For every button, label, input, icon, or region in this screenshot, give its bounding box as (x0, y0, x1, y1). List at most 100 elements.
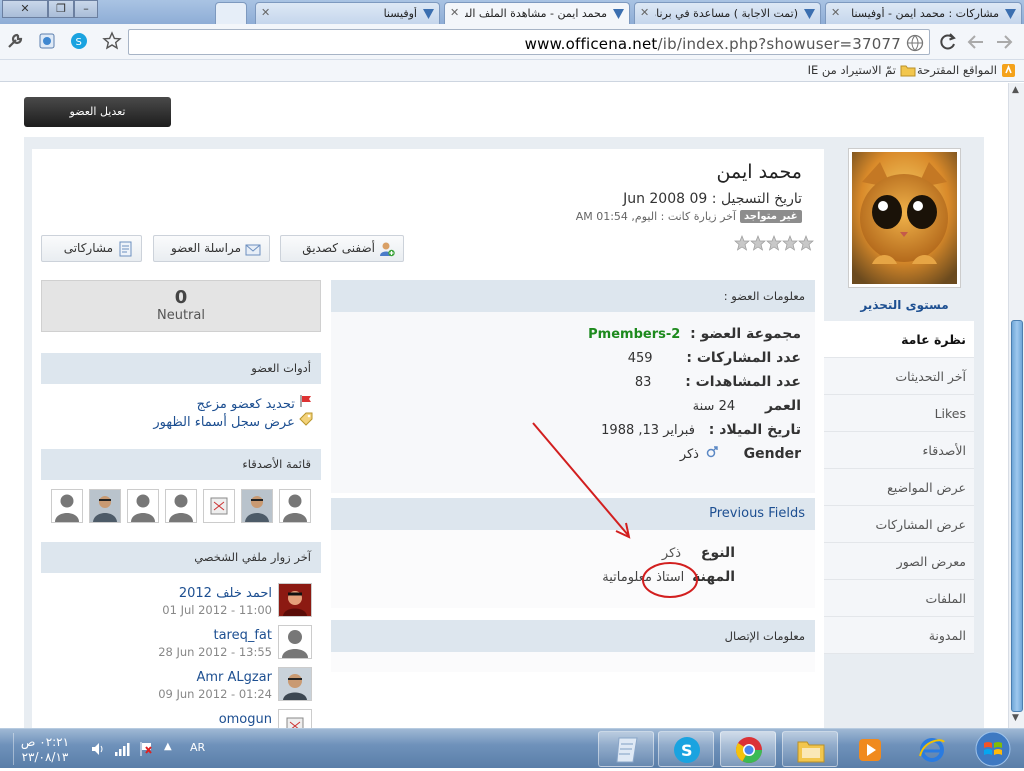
back-arrow-icon[interactable] (994, 32, 1014, 55)
language-indicator[interactable]: AR (190, 741, 205, 754)
visitor-name-link[interactable]: omogun (150, 712, 272, 727)
reload-icon[interactable] (938, 32, 958, 55)
minimize-window-button[interactable]: – (74, 0, 98, 18)
add-friend-button[interactable]: أضفنى كصديق (280, 235, 404, 262)
contact-info-header: معلومات الإتصال (331, 620, 815, 652)
wrench-icon[interactable] (6, 32, 24, 53)
tab-latest-updates[interactable]: آخر التحديثات (824, 358, 974, 395)
officena-favicon-icon (1004, 7, 1017, 20)
taskbar-skype[interactable]: S (658, 731, 714, 767)
envelope-icon (245, 241, 261, 257)
volume-icon[interactable] (90, 741, 106, 760)
show-desktop-button[interactable] (6, 733, 14, 765)
member-tools-header: أدوات العضو (41, 353, 321, 384)
friend-avatar[interactable] (203, 489, 235, 523)
tab-friends[interactable]: الأصدقاء (824, 432, 974, 469)
bookmark-suggested[interactable]: المواقع المقترحة (917, 63, 997, 77)
reputation-box: 0 Neutral (41, 280, 321, 332)
status-badge: غير متواجد (740, 210, 802, 223)
tab-posts[interactable]: مشاركات : محمد ايمن - أوفيسنا ✕ (825, 2, 1022, 24)
page-scrollbar[interactable]: ▲ ▼ (1008, 83, 1024, 728)
tab-view-topics[interactable]: عرض المواضيع (824, 469, 974, 506)
tab-gallery[interactable]: معرض الصور (824, 543, 974, 580)
tab-profile[interactable]: محمد ايمن - مشاهدة الملف الشخصي ✕ (444, 2, 630, 25)
tab-likes[interactable]: Likes (824, 395, 974, 432)
tab-help[interactable]: (تمت الاجابة ) مساعدة في برنامج ✕ (634, 2, 821, 24)
tab-close-icon[interactable]: ✕ (261, 6, 270, 19)
tab-close-icon[interactable]: ✕ (450, 6, 459, 19)
chrome-icon (735, 737, 763, 764)
friend-avatar[interactable] (89, 489, 121, 523)
url-text[interactable]: www.officena.net/ib/index.php?showuser=3… (525, 35, 901, 53)
scroll-up-arrow-icon[interactable]: ▲ (1012, 85, 1019, 95)
registered-date: تاريخ التسجيل : 09 Jun 2008 (623, 191, 802, 207)
member-tools-list: تحديد كعضو مزعج عرض سجل أسماء الظهور (41, 394, 313, 430)
taskbar-internet-explorer[interactable] (904, 731, 960, 767)
taskbar-explorer[interactable] (782, 731, 838, 767)
officena-favicon-icon (612, 7, 625, 20)
my-posts-button[interactable]: مشاركاتى (41, 235, 142, 262)
address-bar[interactable]: www.officena.net/ib/index.php?showuser=3… (128, 29, 930, 55)
tab-officena[interactable]: أوفيسنا ✕ (255, 2, 440, 24)
tab-close-icon[interactable]: ✕ (831, 6, 840, 19)
notepad-icon (616, 737, 638, 763)
bookmarks-bar: المواقع المقترحة تمّ الاستيراد من IE (0, 60, 1024, 82)
page-icon[interactable] (38, 32, 56, 53)
friend-avatar[interactable] (51, 489, 83, 523)
bookmark-star-icon[interactable] (102, 31, 122, 54)
svg-text:S: S (76, 37, 82, 48)
warn-level-link[interactable]: مستوى التحذير (848, 298, 961, 312)
visitor-avatar[interactable] (278, 667, 312, 701)
contact-info-body (331, 652, 815, 672)
network-icon[interactable] (114, 741, 130, 760)
windows-logo-icon (975, 731, 1011, 767)
forward-arrow-icon[interactable] (966, 32, 986, 55)
taskbar-chrome[interactable] (720, 731, 776, 767)
visitor-name-link[interactable]: احمد خلف 2012 (150, 586, 272, 601)
message-member-button[interactable]: مراسلة العضو (153, 235, 270, 262)
internet-explorer-icon (919, 738, 945, 762)
new-tab-button[interactable] (215, 2, 247, 24)
taskbar-media-player[interactable] (842, 731, 898, 767)
tab-overview[interactable]: نظرة عامة (824, 321, 974, 358)
skype-icon[interactable]: S (70, 32, 88, 53)
scroll-down-arrow-icon[interactable]: ▼ (1012, 713, 1019, 723)
edit-member-button[interactable]: تعديل العضو (24, 97, 171, 127)
tab-close-icon[interactable]: ✕ (640, 6, 649, 19)
close-window-button[interactable]: ✕ (2, 0, 48, 18)
tab-files[interactable]: الملفات (824, 580, 974, 617)
tab-view-posts[interactable]: عرض المشاركات (824, 506, 974, 543)
friends-header: قائمة الأصدقاء (41, 449, 321, 480)
visitor-avatar[interactable] (278, 625, 312, 659)
scrollbar-thumb[interactable] (1011, 320, 1023, 712)
taskbar-notes-app[interactable] (598, 731, 654, 767)
friend-avatar[interactable] (127, 489, 159, 523)
report-spam-link[interactable]: تحديد كعضو مزعج (41, 394, 313, 412)
media-player-icon (859, 739, 881, 761)
visitor-date: 09 Jun 2012 - 01:24 (158, 687, 272, 701)
visitor-name-link[interactable]: Amr ALgzar (150, 670, 272, 685)
clock[interactable]: ٠٢:٢١ ص ٢٣/٠٨/١٣ (20, 735, 70, 765)
start-button[interactable] (968, 730, 1018, 768)
visitor-avatar[interactable] (278, 709, 312, 728)
show-hidden-icons-icon[interactable]: ▲ (164, 741, 172, 752)
svg-text:S: S (681, 741, 693, 760)
display-name-history-link[interactable]: عرض سجل أسماء الظهور (41, 412, 313, 430)
visitor-name-link[interactable]: tareq_fat (150, 628, 272, 643)
reputation-value: 0 (174, 287, 188, 308)
bookmark-imported[interactable]: تمّ الاستيراد من IE (808, 63, 896, 77)
rating-stars[interactable] (734, 235, 816, 251)
posts-count-row: عدد المشاركات : 459 (627, 350, 801, 366)
visitor-avatar[interactable] (278, 583, 312, 617)
friend-avatar[interactable] (165, 489, 197, 523)
friend-avatar[interactable] (241, 489, 273, 523)
visitor-date: 28 Jun 2012 - 13:55 (158, 645, 272, 659)
flag-icon (299, 395, 313, 412)
action-center-flag-icon[interactable] (138, 741, 154, 760)
restore-window-button[interactable]: ❐ (48, 0, 74, 18)
tab-blog[interactable]: المدونة (824, 617, 974, 654)
friend-avatar[interactable] (279, 489, 311, 523)
folder-icon (900, 63, 916, 80)
avatar[interactable] (848, 148, 961, 288)
views-count-row: عدد المشاهدات : 83 (634, 374, 801, 390)
